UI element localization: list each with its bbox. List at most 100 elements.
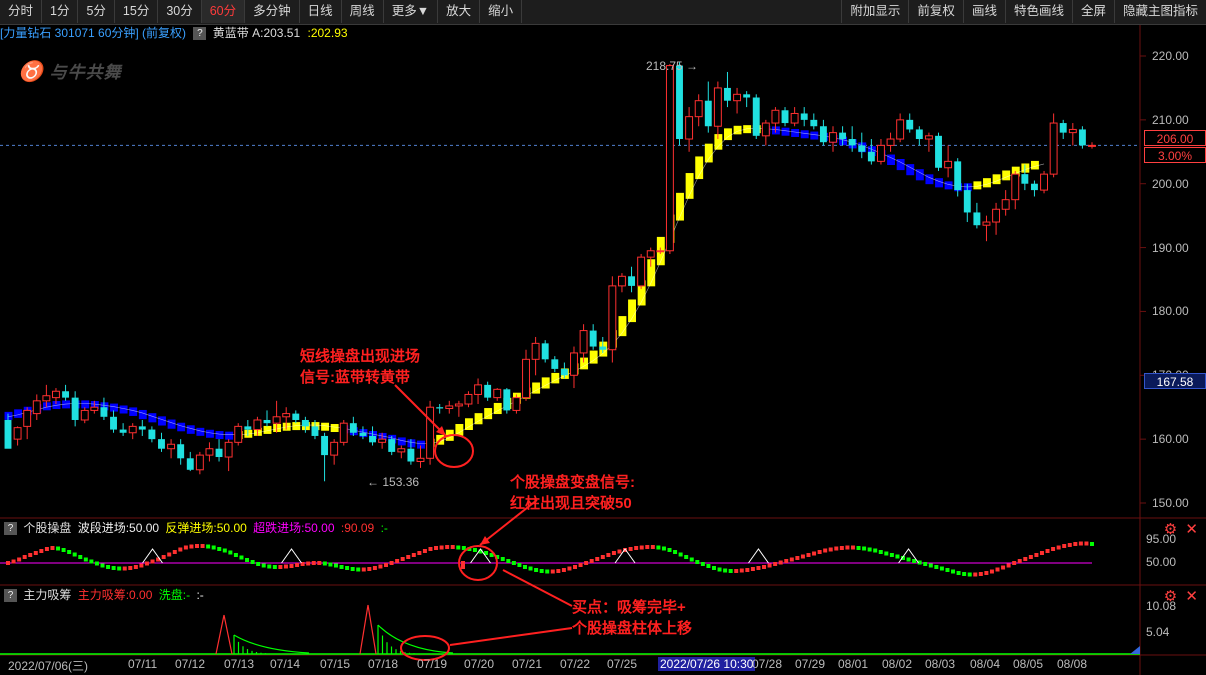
annotation-buy-point: 买点：吸筹完毕+ 个股操盘柱体上移	[572, 597, 692, 639]
date-label-14: 07/29	[795, 657, 826, 671]
pane1-dot-up	[172, 550, 177, 554]
candle-body-up	[531, 342, 540, 360]
pane1-dot-down	[956, 571, 961, 575]
date-label-12: 2022/07/26 10:30	[658, 657, 756, 671]
date-label-6: 07/18	[368, 657, 399, 671]
blue-band-block	[110, 403, 118, 412]
blue-band-block	[158, 416, 166, 426]
blue-band-block	[186, 425, 195, 434]
candle-body-down	[676, 65, 683, 140]
candle-body-down	[589, 330, 597, 347]
pane1-dot-up	[634, 546, 639, 550]
annotation-change-line1: 个股操盘变盘信号:	[510, 474, 635, 491]
help-icon[interactable]: ?	[4, 589, 17, 603]
candle-body-down	[4, 419, 12, 449]
blue-band-block	[177, 422, 186, 432]
pane1-dot-up	[567, 566, 572, 571]
pane1-triangle-marker	[281, 548, 302, 564]
candle-body-up	[80, 409, 89, 421]
pane1-dot-down	[245, 558, 250, 562]
pane1-dot-up	[834, 546, 839, 551]
pane1-dot-up	[283, 564, 288, 569]
pane1-dot-up	[384, 563, 389, 567]
pane1-dot-up	[1023, 557, 1028, 561]
annotation-arrow-3	[502, 569, 573, 607]
pane1-dot-up	[306, 561, 311, 566]
pane1-dot-down	[689, 557, 694, 562]
candle-body-down	[810, 119, 818, 127]
close-icon[interactable]: ✕	[1185, 521, 1198, 538]
candle-body-up	[1001, 199, 1010, 210]
pane1-dot-up	[378, 564, 383, 569]
pane1-dot-up	[128, 566, 133, 570]
pane1-dot-up	[773, 562, 778, 566]
pane1-dot-down	[328, 562, 333, 567]
pane1-dot-up	[311, 561, 316, 565]
pane2-name[interactable]: 主力吸筹	[23, 588, 71, 602]
blue-band-block	[205, 429, 214, 438]
price-tick-4: 180.00	[1152, 304, 1189, 319]
pane1-dot-down	[94, 561, 99, 566]
pane1-dot-up	[411, 553, 416, 557]
candle-body-up	[896, 119, 905, 140]
pane1-dot-up	[33, 551, 38, 555]
pane1-dot-down	[61, 548, 66, 552]
blue-band-block	[935, 178, 943, 188]
annotation-change-line2: 红柱出现且突破50	[510, 495, 632, 512]
price-tick-2: 200.00	[1152, 176, 1189, 191]
yellow-band-block	[1002, 170, 1011, 181]
yellow-band-block	[992, 174, 1001, 185]
annotation-entry-line1: 短线操盘出现进场	[300, 348, 421, 365]
pane1-dot-up	[823, 548, 828, 553]
pane1-dot-up	[1084, 541, 1089, 546]
blue-band-block	[119, 405, 128, 414]
price-chart[interactable]	[0, 0, 1206, 675]
pane1-dot-up	[11, 559, 16, 564]
pane1-legend-2: 反弹进场:50.00	[165, 521, 247, 535]
help-icon[interactable]: ?	[4, 522, 17, 536]
candle-body-down	[839, 132, 847, 140]
candle-body-down	[484, 384, 492, 398]
candle-body-up	[474, 384, 483, 395]
pane1-dot-up	[762, 565, 767, 569]
date-label-5: 07/15	[320, 657, 351, 671]
pane1-dot-up	[1028, 555, 1033, 559]
pane1-dot-down	[350, 567, 355, 571]
low-price-value: 153.36	[382, 475, 420, 489]
candle-body-up	[205, 448, 214, 456]
pane1-dot-down	[211, 545, 216, 550]
pane1-dot-down	[356, 567, 361, 572]
date-label-17: 08/03	[925, 657, 956, 671]
pane1-dot-up	[50, 546, 55, 550]
candle-body-down	[503, 389, 511, 411]
candle-body-up	[90, 406, 99, 411]
pane2-legend-3: :-	[196, 588, 204, 602]
candle-body-down	[800, 113, 808, 120]
pane1-name[interactable]: 个股操盘	[23, 521, 71, 535]
pane1-dot-down	[206, 544, 211, 549]
pane1-dot-down	[56, 546, 61, 551]
candle-body-up	[1068, 128, 1077, 134]
pane1-dot-up	[1034, 553, 1039, 557]
pane2-spike-1-red-left	[215, 614, 225, 655]
pane1-dot-down	[928, 563, 933, 568]
candle-body-down	[743, 94, 751, 98]
close-icon[interactable]: ✕	[1185, 588, 1198, 605]
candle-body-down	[906, 119, 914, 130]
candle-body-down	[321, 435, 329, 456]
cursor-price-tag: 167.58	[1144, 373, 1206, 389]
candle-body-up	[42, 395, 51, 402]
date-label-4: 07/14	[270, 657, 301, 671]
pane1-dot-up	[434, 546, 439, 550]
yellow-band-block	[704, 143, 713, 163]
candle-body-up	[992, 208, 1001, 223]
pane1-dot-down	[884, 551, 889, 556]
pane1-dot-down	[728, 569, 733, 573]
pane1-dot-down	[534, 568, 539, 572]
pane1-dot-down	[239, 555, 244, 560]
candle-body-down	[752, 97, 760, 136]
candle-body-down	[724, 87, 731, 101]
blue-band-block	[397, 437, 406, 446]
yellow-band-block	[321, 422, 330, 431]
pane1-dot-up	[1078, 541, 1083, 546]
